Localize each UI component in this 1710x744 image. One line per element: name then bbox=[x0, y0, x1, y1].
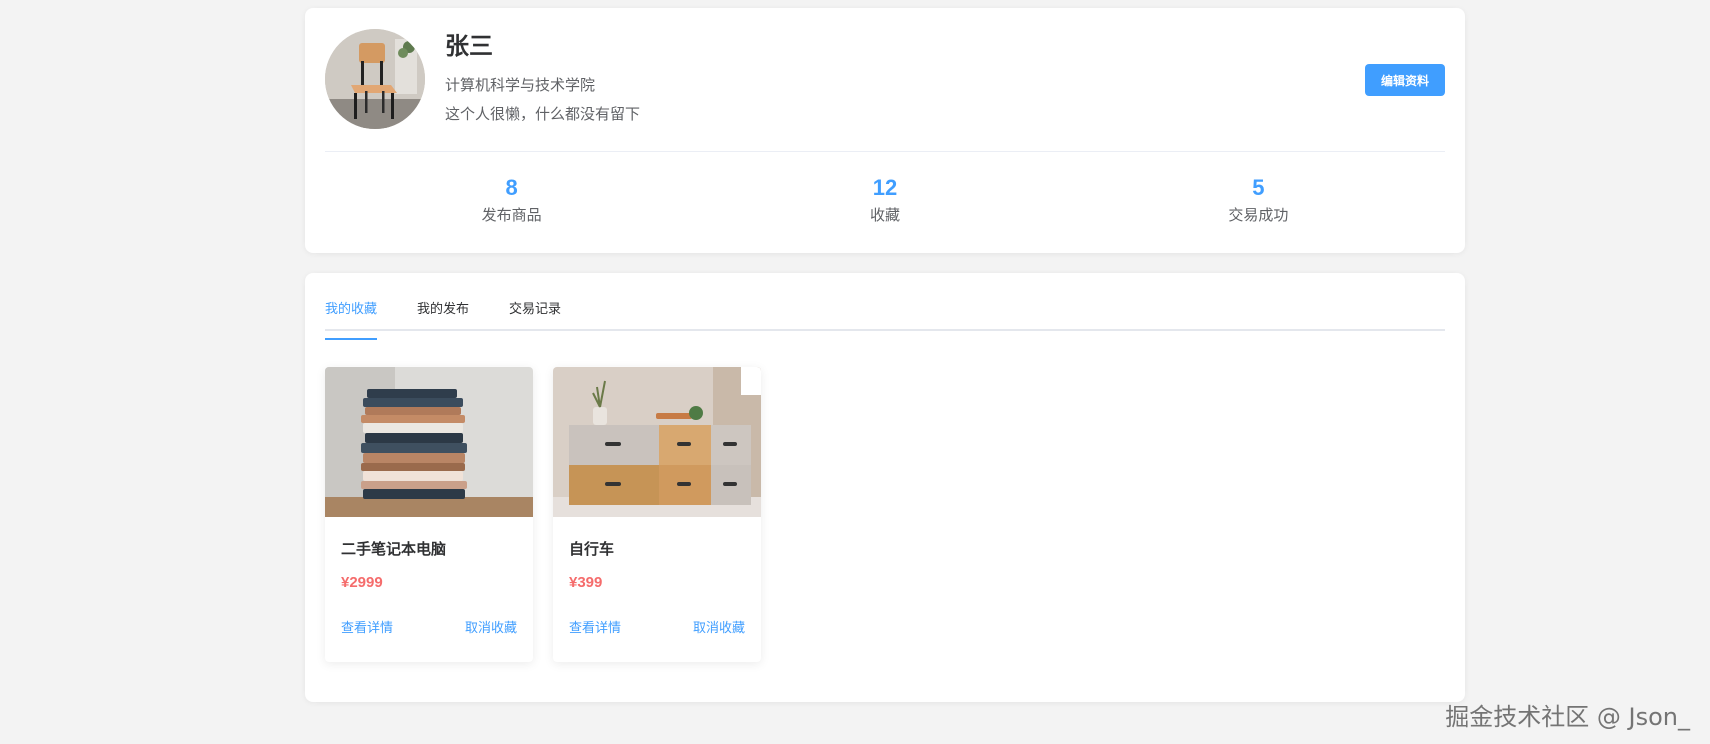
content-card: 我的收藏 我的发布 交易记录 二手笔记本电脑 ¥2999 查看详情 取消收藏 自… bbox=[305, 273, 1465, 702]
stat-favorites[interactable]: 12 收藏 bbox=[698, 174, 1071, 226]
product-image[interactable] bbox=[325, 367, 533, 517]
avatar[interactable] bbox=[325, 29, 425, 129]
product-name: 二手笔记本电脑 bbox=[341, 540, 447, 558]
tab-published[interactable]: 我的发布 bbox=[417, 299, 469, 329]
user-name: 张三 bbox=[445, 32, 493, 60]
stat-value: 5 bbox=[1252, 175, 1265, 200]
stat-label: 发布商品 bbox=[481, 206, 542, 224]
view-details-link[interactable]: 查看详情 bbox=[569, 617, 621, 636]
product-list: 二手笔记本电脑 ¥2999 查看详情 取消收藏 自行车 ¥399 查看详情 取消… bbox=[325, 367, 761, 662]
storage-boxes-photo bbox=[553, 367, 761, 517]
view-details-link[interactable]: 查看详情 bbox=[341, 617, 393, 636]
product-image[interactable] bbox=[553, 367, 761, 517]
tab-transactions[interactable]: 交易记录 bbox=[509, 299, 561, 329]
tab-favorites[interactable]: 我的收藏 bbox=[325, 299, 378, 340]
user-bio: 这个人很懒，什么都没有留下 bbox=[445, 105, 641, 123]
stat-value: 12 bbox=[872, 175, 898, 200]
product-card[interactable]: 二手笔记本电脑 ¥2999 查看详情 取消收藏 bbox=[325, 367, 533, 662]
product-actions: 查看详情 取消收藏 bbox=[569, 617, 745, 636]
product-name: 自行车 bbox=[569, 540, 615, 558]
unfavorite-link[interactable]: 取消收藏 bbox=[465, 617, 517, 636]
stats-row: 8 发布商品 12 收藏 5 交易成功 bbox=[325, 174, 1445, 226]
stat-label: 收藏 bbox=[869, 206, 900, 224]
chair-photo bbox=[325, 29, 425, 129]
books-photo bbox=[325, 367, 533, 517]
profile-card: 张三 计算机科学与技术学院 这个人很懒，什么都没有留下 编辑资料 8 发布商品 … bbox=[305, 8, 1465, 253]
product-price: ¥2999 bbox=[341, 574, 383, 591]
product-price: ¥399 bbox=[569, 574, 603, 591]
watermark: 掘金技术社区 @ Json_ bbox=[1445, 703, 1690, 731]
stat-published[interactable]: 8 发布商品 bbox=[325, 174, 698, 226]
product-actions: 查看详情 取消收藏 bbox=[341, 617, 517, 636]
unfavorite-link[interactable]: 取消收藏 bbox=[693, 617, 745, 636]
stat-value: 8 bbox=[505, 175, 518, 200]
divider bbox=[325, 151, 1445, 152]
edit-profile-button[interactable]: 编辑资料 bbox=[1365, 64, 1445, 96]
stat-deals[interactable]: 5 交易成功 bbox=[1072, 174, 1445, 226]
product-card[interactable]: 自行车 ¥399 查看详情 取消收藏 bbox=[553, 367, 761, 662]
tab-bar: 我的收藏 我的发布 交易记录 bbox=[325, 299, 1445, 340]
user-department: 计算机科学与技术学院 bbox=[445, 76, 596, 94]
stat-label: 交易成功 bbox=[1228, 206, 1289, 224]
